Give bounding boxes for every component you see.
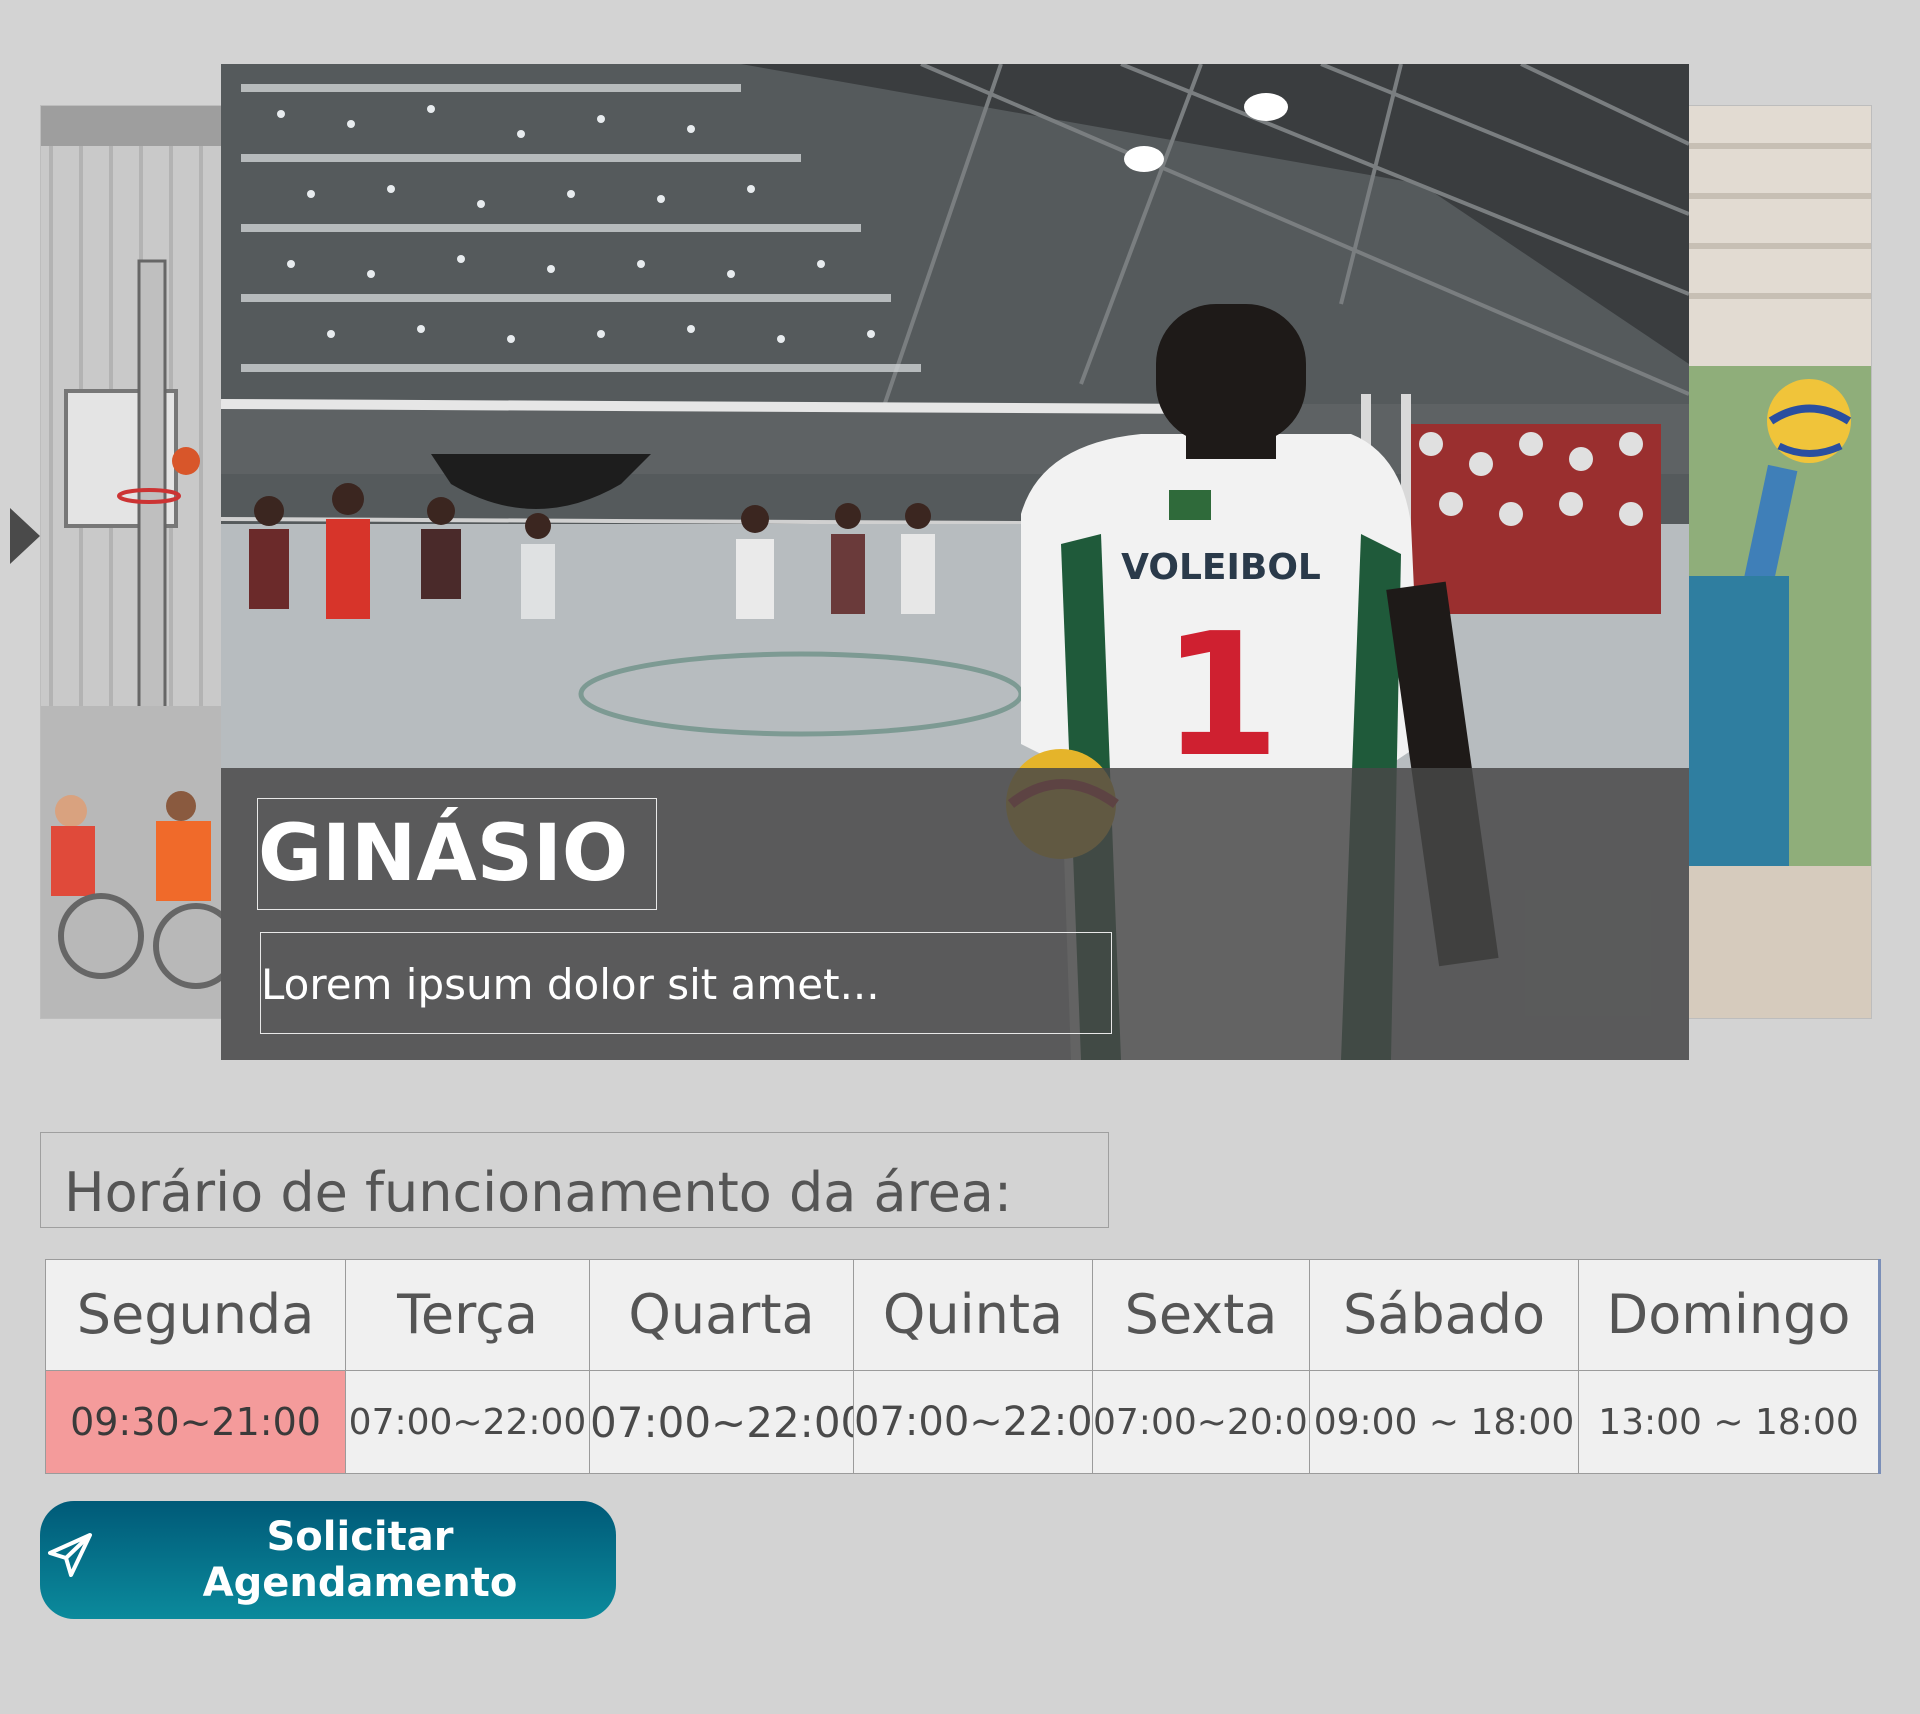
hours-cell-thursday: 07:00~22:00 (853, 1370, 1093, 1474)
slide-description: Lorem ipsum dolor sit amet... (260, 932, 1112, 1034)
day-header-tuesday: Terça (345, 1259, 590, 1371)
carousel-slide-next[interactable] (1688, 105, 1872, 1019)
carousel-slide-prev[interactable] (40, 105, 224, 1019)
area-carousel: VOLEIBOL 1 GINÁSIO 1 Lorem ipsum dolor s… (0, 0, 1920, 1070)
request-scheduling-label: Solicitar Agendamento (202, 1514, 518, 1606)
slide-title: GINÁSIO 1 (257, 798, 657, 910)
opening-hours-table: Segunda Terça Quarta Quinta Sexta Sábado… (45, 1259, 1881, 1474)
hours-cell-sunday: 13:00 ~ 18:00 (1578, 1370, 1880, 1474)
basketball-court-image (41, 106, 223, 1018)
paper-plane-icon (46, 1531, 94, 1589)
day-header-saturday: Sábado (1309, 1259, 1579, 1371)
day-header-wednesday: Quarta (589, 1259, 854, 1371)
jersey-text: VOLEIBOL (1121, 547, 1321, 588)
day-header-thursday: Quinta (853, 1259, 1093, 1371)
jersey-number: 1 (1162, 597, 1280, 795)
hours-cell-monday: 09:30~21:00 (45, 1370, 346, 1474)
opening-hours-heading: Horário de funcionamento da área: (40, 1132, 1109, 1228)
table-header-row: Segunda Terça Quarta Quinta Sexta Sábado… (45, 1259, 1880, 1371)
day-header-monday: Segunda (45, 1259, 346, 1371)
hours-cell-saturday: 09:00 ~ 18:00 (1309, 1370, 1579, 1474)
carousel-slide-active[interactable]: VOLEIBOL 1 GINÁSIO 1 Lorem ipsum dolor s… (221, 64, 1689, 1060)
request-scheduling-button[interactable]: Solicitar Agendamento (40, 1501, 616, 1619)
day-header-sunday: Domingo (1578, 1259, 1880, 1371)
hours-cell-tuesday: 07:00~22:00 (345, 1370, 590, 1474)
hours-cell-wednesday: 07:00~22:00 (589, 1370, 854, 1474)
carousel-prev-arrow-icon[interactable] (10, 508, 40, 564)
day-header-friday: Sexta (1092, 1259, 1310, 1371)
hours-cell-friday: 07:00~20:00 (1092, 1370, 1310, 1474)
volleyball-player-image (1689, 106, 1871, 1018)
table-row: 09:30~21:00 07:00~22:00 07:00~22:00 07:0… (45, 1370, 1880, 1474)
